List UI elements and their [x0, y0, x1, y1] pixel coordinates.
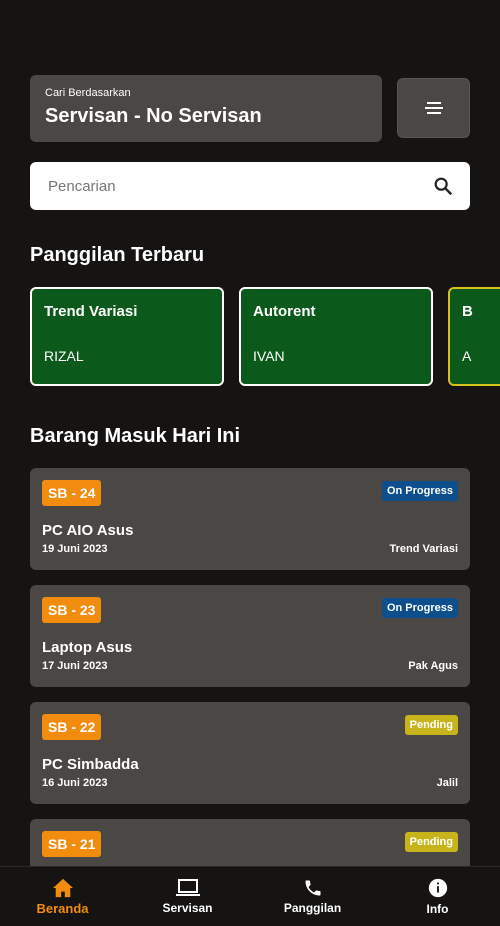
status-badge: Pending [404, 715, 458, 735]
item-name: PC AIO Asus [42, 522, 134, 539]
item-owner: Trend Variasi [389, 543, 458, 555]
service-item-card[interactable]: SB - 24 On Progress PC AIO Asus 19 Juni … [30, 468, 470, 570]
item-date: 17 Juni 2023 [42, 660, 108, 672]
info-icon [428, 878, 447, 898]
nav-service-label: Servisan [162, 901, 213, 915]
service-code-badge: SB - 23 [42, 597, 102, 623]
status-badge: On Progress [381, 598, 458, 618]
service-code-badge: SB - 22 [42, 714, 102, 740]
search-icon[interactable] [432, 175, 454, 197]
call-card-name: Trend Variasi [44, 303, 138, 320]
call-card-name: Autorent [253, 303, 316, 320]
search-by-selector[interactable]: Cari Berdasarkan Servisan - No Servisan [30, 75, 382, 142]
service-item-card[interactable]: SB - 22 Pending PC Simbadda 16 Juni 2023… [30, 702, 470, 804]
service-item-card[interactable]: SB - 23 On Progress Laptop Asus 17 Juni … [30, 585, 470, 687]
call-card[interactable]: B A [448, 287, 500, 386]
nav-info-label: Info [426, 902, 449, 916]
incoming-items-title: Barang Masuk Hari Ini [30, 425, 241, 447]
status-badge: Pending [404, 832, 458, 852]
item-date: 16 Juni 2023 [42, 777, 108, 789]
service-code-badge: SB - 21 [42, 831, 102, 857]
call-card-person: IVAN [253, 348, 285, 364]
call-card[interactable]: Trend Variasi RIZAL [30, 287, 224, 386]
status-badge: On Progress [381, 481, 458, 501]
bottom-navigation: Beranda Servisan Panggilan Info [0, 866, 500, 926]
nav-service[interactable]: Servisan [125, 867, 250, 926]
search-by-value: Servisan - No Servisan [45, 105, 262, 127]
item-owner: Pak Agus [408, 660, 458, 672]
nav-calls-label: Panggilan [283, 901, 342, 915]
call-card[interactable]: Autorent IVAN [239, 287, 433, 386]
nav-home[interactable]: Beranda [0, 867, 125, 926]
service-code-badge: SB - 24 [42, 480, 102, 506]
search-by-label: Cari Berdasarkan [45, 87, 131, 99]
nav-home-label: Beranda [36, 900, 89, 916]
item-name: Laptop Asus [42, 639, 133, 656]
call-card-person: RIZAL [44, 348, 84, 364]
search-input[interactable] [46, 176, 432, 196]
item-owner: Jalil [436, 777, 458, 789]
phone-icon [305, 880, 320, 896]
search-box [30, 162, 470, 210]
item-name: PC Simbadda [42, 756, 139, 773]
recent-calls-title: Panggilan Terbaru [30, 244, 205, 266]
item-date: 19 Juni 2023 [42, 543, 108, 555]
recent-calls-list: Trend Variasi RIZAL Autorent IVAN B A [30, 287, 500, 387]
nav-calls[interactable]: Panggilan [250, 867, 375, 926]
sort-icon [424, 102, 443, 114]
nav-info[interactable]: Info [375, 867, 500, 926]
home-icon [52, 878, 73, 897]
laptop-icon [175, 879, 200, 896]
call-card-name: B [462, 303, 473, 320]
call-card-person: A [462, 348, 472, 364]
filter-button[interactable] [397, 78, 470, 138]
